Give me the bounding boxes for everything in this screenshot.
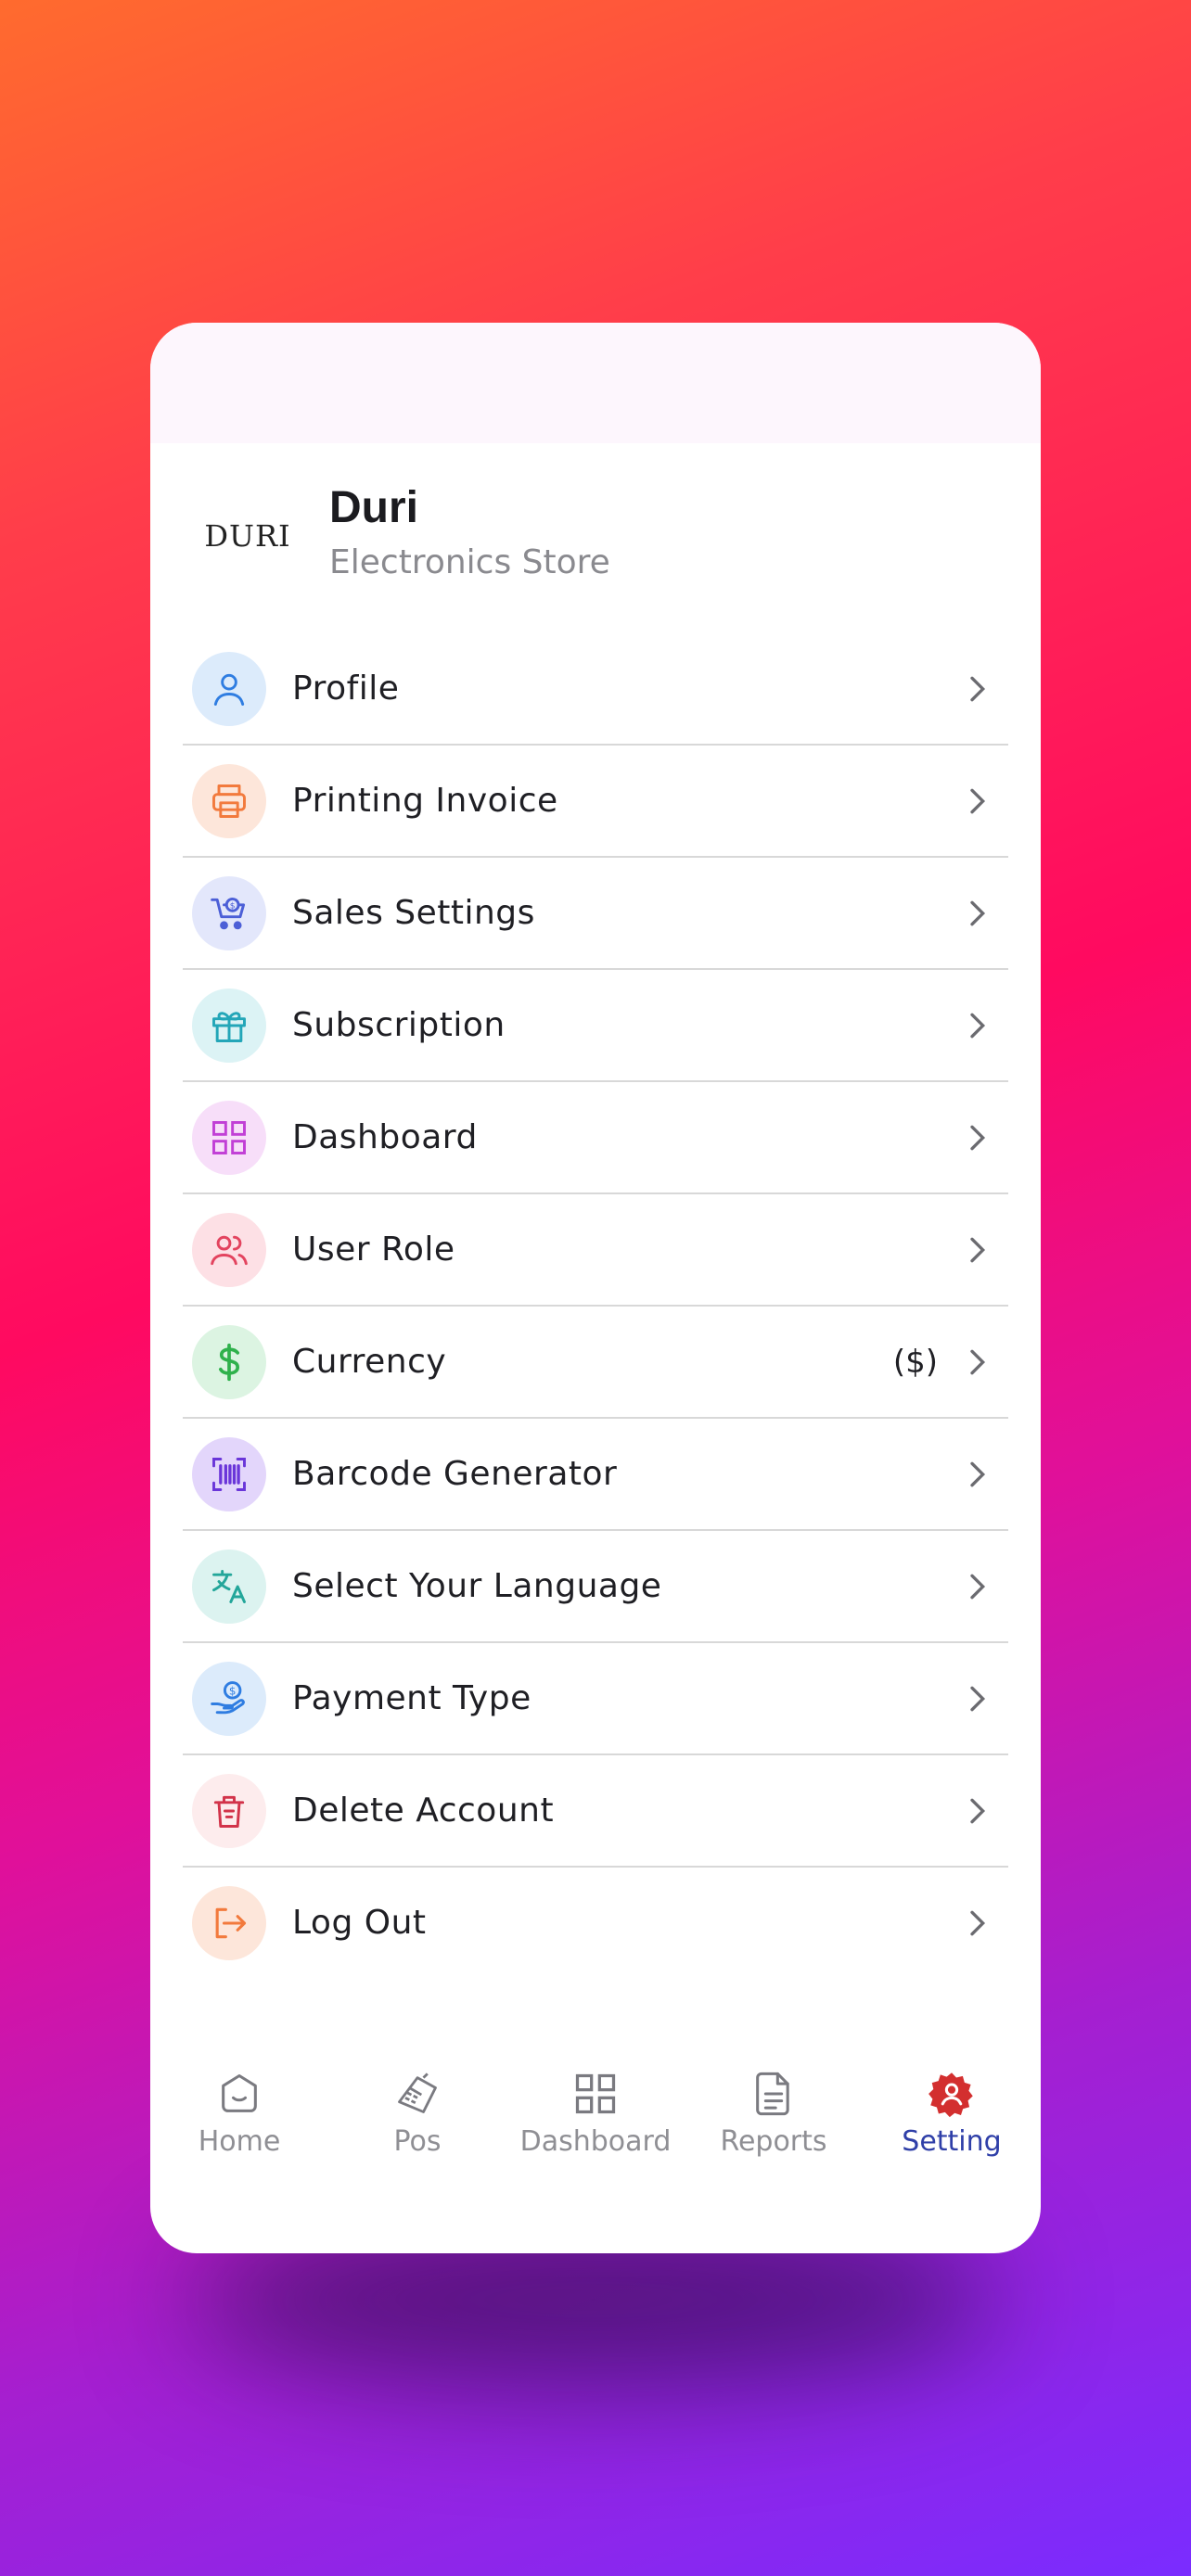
chevron-right-icon (970, 788, 986, 813)
menu-item-barcode-generator[interactable]: Barcode Generator (183, 1419, 1008, 1531)
menu-item-printing-invoice[interactable]: Printing Invoice (183, 746, 1008, 858)
menu-item-currency[interactable]: Currency ($) (183, 1307, 1008, 1419)
menu-item-profile[interactable]: Profile (183, 633, 1008, 746)
store-header: DURI Duri Electronics Store (150, 443, 1041, 619)
nav-label: Home (198, 2125, 281, 2158)
nav-label: Pos (393, 2125, 442, 2158)
nav-dashboard[interactable]: Dashboard (506, 2049, 685, 2179)
settings-menu: Profile Printing Invoice $ Sales Setting… (183, 633, 1008, 1978)
pos-terminal-icon (398, 2072, 437, 2113)
nav-pos[interactable]: Pos (328, 2049, 506, 2179)
chevron-right-icon (970, 676, 986, 701)
store-type: Electronics Store (329, 543, 610, 581)
logout-icon (192, 1885, 266, 1960)
grid-icon (192, 1100, 266, 1175)
bottom-navigation: Home Pos Dashboard Reports Setting (150, 2049, 1041, 2179)
menu-item-payment-type[interactable]: $ Payment Type (183, 1643, 1008, 1755)
svg-text:$: $ (229, 1684, 237, 1697)
menu-item-subscription[interactable]: Subscription (183, 970, 1008, 1082)
chevron-right-icon (970, 1013, 986, 1038)
nav-label: Setting (902, 2125, 1002, 2158)
nav-label: Dashboard (519, 2125, 672, 2158)
menu-item-dashboard[interactable]: Dashboard (183, 1082, 1008, 1194)
chevron-right-icon (970, 1686, 986, 1711)
gear-user-icon (928, 2072, 973, 2118)
user-icon (192, 651, 266, 726)
chevron-right-icon (970, 1349, 986, 1374)
store-logo: DURI (204, 518, 291, 554)
menu-item-label: User Role (292, 1231, 455, 1269)
cart-icon: $ (192, 875, 266, 950)
dollar-icon (192, 1324, 266, 1399)
nav-label: Reports (720, 2125, 827, 2158)
nav-reports[interactable]: Reports (685, 2049, 863, 2179)
menu-item-label: Subscription (292, 1006, 506, 1044)
menu-item-label: Payment Type (292, 1679, 531, 1717)
payment-icon: $ (192, 1661, 266, 1736)
store-name: Duri (329, 483, 418, 532)
users-icon (192, 1212, 266, 1287)
svg-text:$: $ (230, 900, 236, 911)
menu-item-delete-account[interactable]: Delete Account (183, 1755, 1008, 1868)
app-screen: DURI Duri Electronics Store Profile Prin… (150, 323, 1041, 2253)
grid-icon (575, 2073, 616, 2114)
chevron-right-icon (970, 1237, 986, 1262)
menu-item-sales-settings[interactable]: $ Sales Settings (183, 858, 1008, 970)
barcode-icon (192, 1436, 266, 1511)
menu-item-label: Barcode Generator (292, 1455, 618, 1493)
menu-item-label: Profile (292, 670, 400, 708)
gift-icon (192, 988, 266, 1063)
status-bar-area (150, 323, 1041, 443)
menu-item-label: Currency (292, 1343, 447, 1381)
currency-value: ($) (892, 1343, 938, 1381)
printer-icon (192, 763, 266, 838)
menu-item-label: Printing Invoice (292, 782, 558, 820)
menu-item-label: Dashboard (292, 1118, 478, 1156)
menu-item-log-out[interactable]: Log Out (183, 1868, 1008, 1978)
chevron-right-icon (970, 1798, 986, 1823)
menu-item-label: Log Out (292, 1904, 427, 1942)
nav-home[interactable]: Home (150, 2049, 328, 2179)
chevron-right-icon (970, 1461, 986, 1486)
menu-item-user-role[interactable]: User Role (183, 1194, 1008, 1307)
trash-icon (192, 1773, 266, 1848)
menu-item-label: Delete Account (292, 1792, 555, 1830)
menu-item-label: Select Your Language (292, 1567, 662, 1605)
translate-icon (192, 1549, 266, 1624)
chevron-right-icon (970, 900, 986, 925)
nav-setting[interactable]: Setting (863, 2049, 1041, 2179)
menu-item-language[interactable]: Select Your Language (183, 1531, 1008, 1643)
chevron-right-icon (970, 1574, 986, 1599)
menu-item-label: Sales Settings (292, 894, 535, 932)
document-icon (756, 2072, 789, 2116)
chevron-right-icon (970, 1125, 986, 1150)
home-icon (222, 2073, 257, 2112)
chevron-right-icon (970, 1910, 986, 1935)
